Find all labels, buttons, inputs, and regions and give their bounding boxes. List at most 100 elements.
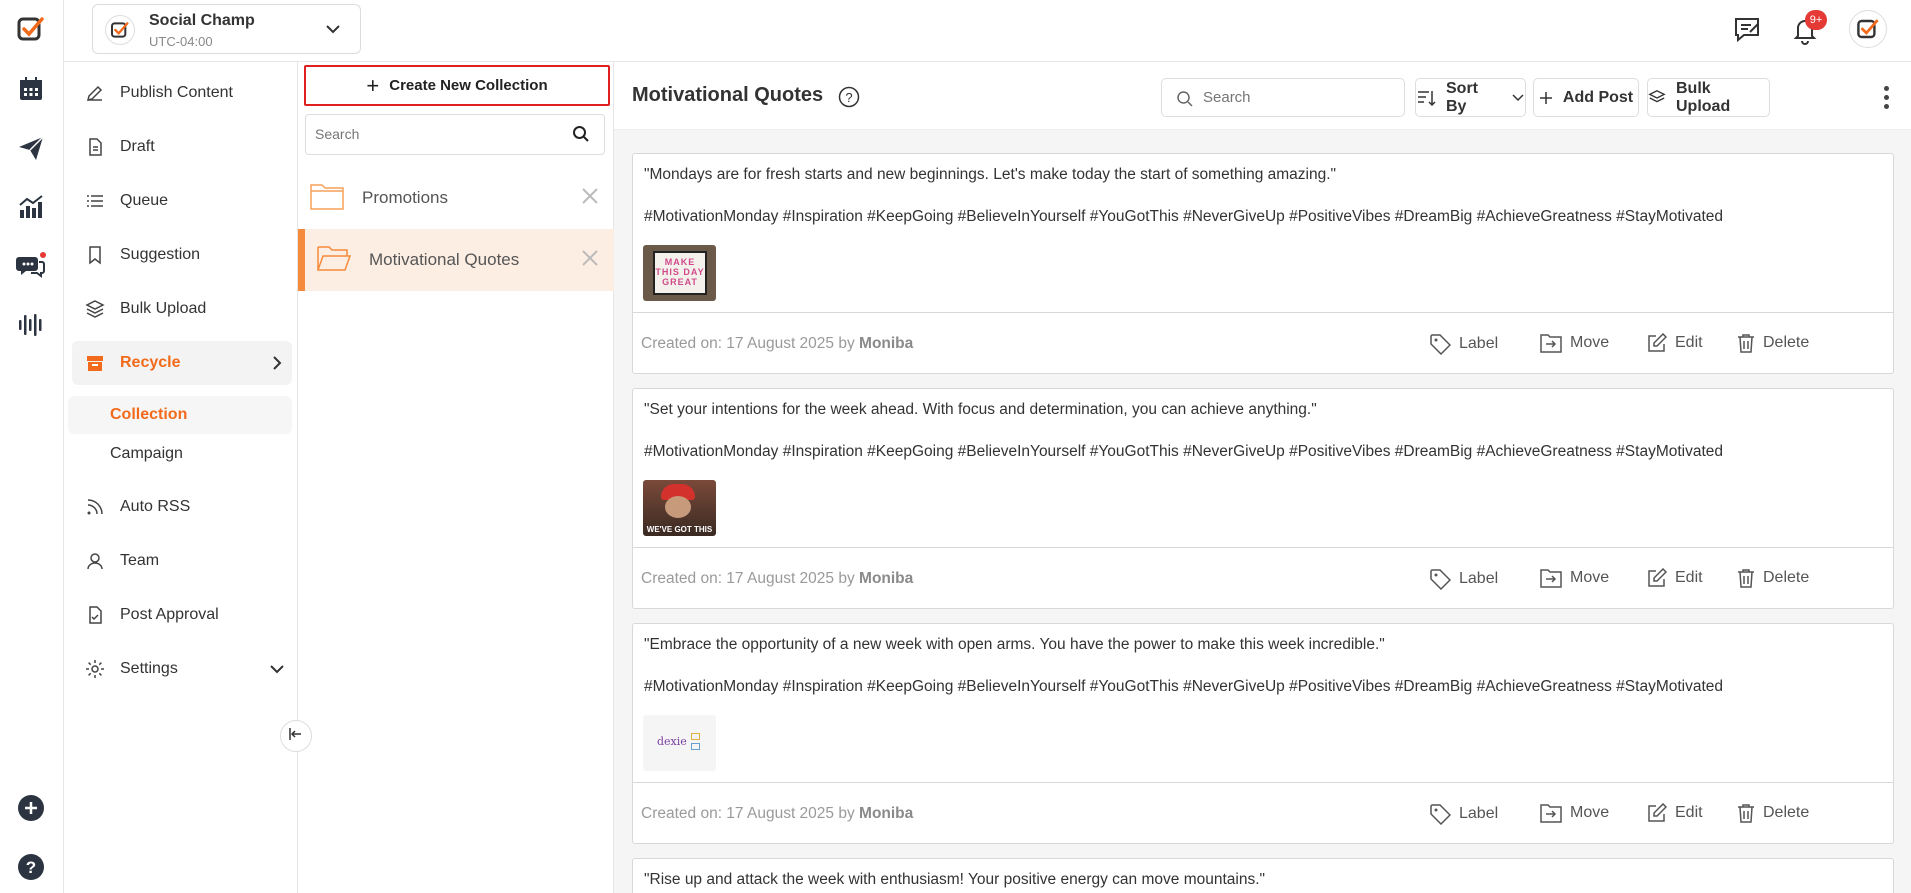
more-options-icon[interactable] <box>1876 82 1896 112</box>
listening-waveform-icon[interactable] <box>14 308 48 342</box>
workspace-selector[interactable]: Social Champ UTC-04:00 <box>92 4 361 54</box>
plus-icon <box>1539 91 1553 105</box>
post-search-field[interactable] <box>1161 78 1405 117</box>
collection-label: Motivational Quotes <box>369 250 520 269</box>
create-new-collection-button[interactable]: + Create New Collection <box>304 65 610 106</box>
analytics-icon[interactable] <box>14 190 48 224</box>
move-folder-icon <box>1540 333 1562 353</box>
post-card: "Set your intentions for the week ahead.… <box>632 388 1894 609</box>
post-thumbnail[interactable]: WE'VE GOT THIS <box>643 480 716 536</box>
label-button[interactable]: Label <box>1429 333 1498 355</box>
inbox-chat-icon[interactable] <box>14 249 48 283</box>
label-button-text: Label <box>1459 805 1499 822</box>
move-button-text: Move <box>1570 569 1610 586</box>
app-logo-icon[interactable] <box>14 12 48 46</box>
menu-item-team[interactable]: Team <box>72 539 292 583</box>
edit-icon <box>1647 333 1667 353</box>
created-on-text: Created on: 17 August 2025 by <box>641 335 855 352</box>
edit-button[interactable]: Edit <box>1647 568 1703 588</box>
face-shape <box>665 496 691 518</box>
open-folder-icon <box>317 244 352 277</box>
notification-badge: 9+ <box>1805 10 1827 30</box>
collection-item-motivational-quotes[interactable]: Motivational Quotes <box>298 229 614 291</box>
edit-icon <box>1647 568 1667 588</box>
gear-icon <box>84 658 106 680</box>
add-post-label: Add Post <box>1562 88 1634 106</box>
logo-square-shape <box>691 743 700 750</box>
menu-label: Draft <box>120 138 155 155</box>
workspace-name: Social Champ <box>149 12 255 29</box>
post-thumbnail[interactable]: dexie <box>643 715 716 771</box>
label-button[interactable]: Label <box>1429 803 1498 825</box>
menu-item-suggestion[interactable]: Suggestion <box>72 233 292 277</box>
help-icon[interactable]: ? <box>838 86 860 113</box>
menu-item-post-approval[interactable]: Post Approval <box>72 593 292 637</box>
app: { "workspace": {"name": "Social Champ", … <box>0 0 1911 893</box>
collection-item-promotions[interactable]: Promotions <box>298 167 614 229</box>
move-folder-icon <box>1540 803 1562 823</box>
archive-box-icon <box>84 352 106 374</box>
collection-search-field[interactable] <box>305 114 605 155</box>
layers-icon <box>1648 89 1666 107</box>
workspace-timezone: UTC-04:00 <box>149 34 213 49</box>
move-button[interactable]: Move <box>1540 333 1609 353</box>
calendar-icon[interactable] <box>14 72 48 106</box>
tag-icon <box>1429 568 1451 590</box>
svg-text:?: ? <box>845 90 852 105</box>
post-card: "Rise up and attack the week with enthus… <box>632 858 1894 893</box>
edit-button[interactable]: Edit <box>1647 333 1703 353</box>
post-thumbnail[interactable]: MAKE THIS DAY GREAT <box>643 245 716 301</box>
move-button[interactable]: Move <box>1540 568 1609 588</box>
top-bar: Social Champ UTC-04:00 9+ <box>64 0 1911 62</box>
chevron-down-icon <box>323 19 343 44</box>
delete-button-text: Delete <box>1763 804 1810 821</box>
collapse-left-icon <box>288 726 304 747</box>
move-button[interactable]: Move <box>1540 803 1609 823</box>
add-circle-icon[interactable] <box>14 791 48 825</box>
menu-item-draft[interactable]: Draft <box>72 125 292 169</box>
edit-button-text: Edit <box>1675 804 1703 821</box>
post-author: Moniba <box>859 335 914 352</box>
user-icon <box>84 550 106 572</box>
edit-button[interactable]: Edit <box>1647 803 1703 823</box>
close-icon[interactable] <box>580 248 600 273</box>
help-circle-icon[interactable]: ? <box>14 850 48 884</box>
delete-button[interactable]: Delete <box>1737 803 1809 823</box>
close-icon[interactable] <box>580 186 600 211</box>
sort-icon <box>1416 88 1436 108</box>
delete-button-text: Delete <box>1763 569 1810 586</box>
chevron-right-icon <box>268 354 286 377</box>
delete-button[interactable]: Delete <box>1737 568 1809 588</box>
submenu-item-collection[interactable]: Collection <box>68 396 292 434</box>
edit-button-text: Edit <box>1675 569 1703 586</box>
label-button[interactable]: Label <box>1429 568 1498 590</box>
delete-button[interactable]: Delete <box>1737 333 1809 353</box>
menu-item-settings[interactable]: Settings <box>72 647 292 691</box>
post-text: "Rise up and attack the week with enthus… <box>644 871 1266 888</box>
submenu-item-campaign[interactable]: Campaign <box>68 435 292 473</box>
menu-item-bulk-upload[interactable]: Bulk Upload <box>72 287 292 331</box>
pen-icon <box>84 82 106 104</box>
folder-icon <box>310 182 344 215</box>
sort-by-button[interactable]: Sort By <box>1415 78 1526 117</box>
collapse-sidebar-button[interactable] <box>280 720 312 752</box>
workspace-logo-icon <box>105 15 135 45</box>
menu-label: Queue <box>120 192 169 209</box>
search-icon[interactable] <box>572 125 590 148</box>
move-button-text: Move <box>1570 334 1610 351</box>
profile-avatar[interactable] <box>1849 10 1887 48</box>
menu-item-recycle[interactable]: Recycle <box>72 341 292 385</box>
menu-item-publish-content[interactable]: Publish Content <box>72 71 292 115</box>
post-search-input[interactable] <box>1203 89 1393 106</box>
post-hashtags: #MotivationMonday #Inspiration #KeepGoin… <box>644 678 1724 695</box>
menu-item-auto-rss[interactable]: Auto RSS <box>72 485 292 529</box>
bulk-upload-button[interactable]: Bulk Upload <box>1647 78 1770 117</box>
send-icon[interactable] <box>14 131 48 165</box>
collection-search-input[interactable] <box>315 126 555 142</box>
menu-item-queue[interactable]: Queue <box>72 179 292 223</box>
logo-square-shape <box>691 733 700 740</box>
compose-message-icon[interactable] <box>1732 14 1762 49</box>
post-card: "Mondays are for fresh starts and new be… <box>632 153 1894 374</box>
chevron-down-icon <box>268 660 286 683</box>
add-post-button[interactable]: Add Post <box>1533 78 1639 117</box>
